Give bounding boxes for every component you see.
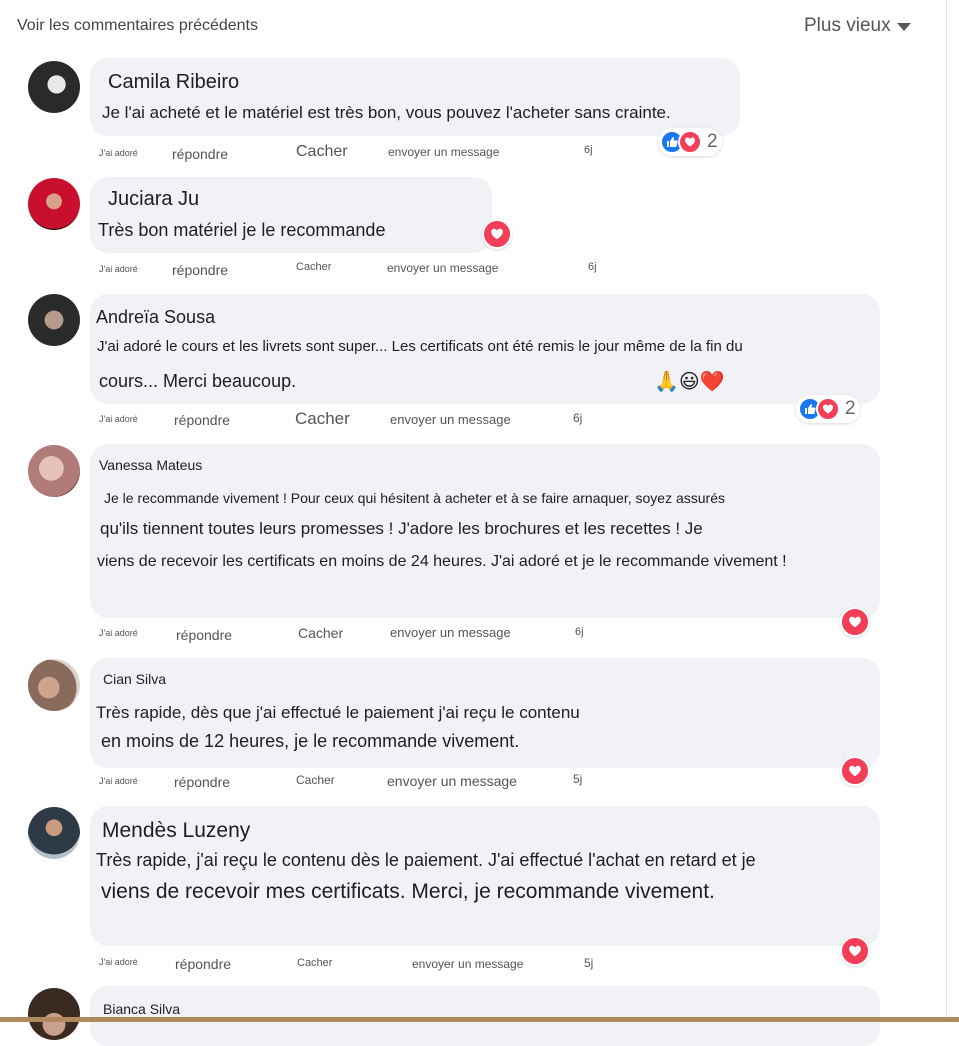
reply-button[interactable]: répondre	[172, 146, 228, 162]
caret-down-icon	[896, 23, 911, 31]
comment-text: Je le recommande vivement ! Pour ceux qu…	[104, 490, 725, 506]
comment-timestamp: 6j	[588, 261, 597, 273]
love-reaction-icon	[816, 397, 840, 421]
avatar[interactable]	[28, 659, 80, 711]
hide-button[interactable]: Cacher	[297, 957, 332, 969]
comment-text: viens de recevoir les certificats en moi…	[97, 553, 787, 570]
comment-author[interactable]: Bianca Silva	[103, 1001, 180, 1017]
hide-button[interactable]: Cacher	[298, 625, 343, 641]
reaction-summary[interactable]: 2	[796, 395, 860, 423]
reaction-count: 2	[845, 398, 856, 419]
reply-button[interactable]: répondre	[172, 262, 228, 278]
comment-text: viens de recevoir mes certificats. Merci…	[101, 880, 715, 903]
love-reaction-icon[interactable]	[840, 756, 870, 786]
reply-button[interactable]: répondre	[175, 956, 231, 972]
send-message-button[interactable]: envoyer un message	[387, 261, 498, 275]
love-reaction-icon[interactable]	[482, 219, 512, 249]
reply-button[interactable]: répondre	[174, 774, 230, 790]
reaction-summary[interactable]: 2	[658, 128, 722, 156]
like-button[interactable]: J'ai adoré	[99, 776, 138, 786]
comment-text: en moins de 12 heures, je le recommande …	[101, 731, 520, 751]
like-button[interactable]: J'ai adoré	[99, 957, 138, 967]
sort-dropdown[interactable]: Plus vieux	[804, 15, 911, 37]
like-button[interactable]: J'ai adoré	[99, 148, 138, 158]
love-reaction-icon[interactable]	[840, 936, 870, 966]
send-message-button[interactable]: envoyer un message	[387, 773, 517, 789]
comment-text: Très bon matériel je le recommande	[98, 220, 386, 240]
like-button[interactable]: J'ai adoré	[99, 414, 138, 424]
comment-author[interactable]: Juciara Ju	[108, 188, 199, 211]
comment-timestamp: 6j	[584, 144, 593, 156]
comment-bubble	[90, 986, 880, 1046]
comment-author[interactable]: Cian Silva	[103, 671, 166, 687]
avatar[interactable]	[28, 178, 80, 230]
comment-author[interactable]: Andreïa Sousa	[96, 307, 215, 328]
like-button[interactable]: J'ai adoré	[99, 264, 138, 274]
reply-button[interactable]: répondre	[174, 412, 230, 428]
comment-author[interactable]: Mendès Luzeny	[102, 819, 250, 843]
love-reaction-icon[interactable]	[840, 607, 870, 637]
like-button[interactable]: J'ai adoré	[99, 628, 138, 638]
reaction-count: 2	[707, 131, 718, 152]
comment-timestamp: 5j	[584, 956, 594, 970]
reply-button[interactable]: répondre	[176, 627, 232, 643]
comment-author[interactable]: Vanessa Mateus	[99, 457, 202, 473]
send-message-button[interactable]: envoyer un message	[412, 957, 523, 971]
send-message-button[interactable]: envoyer un message	[390, 625, 511, 640]
send-message-button[interactable]: envoyer un message	[390, 412, 511, 427]
comment-text: J'ai adoré le cours et les livrets sont …	[97, 338, 743, 355]
bottom-border	[0, 1017, 959, 1022]
hide-button[interactable]: Cacher	[296, 773, 335, 787]
hide-button[interactable]: Cacher	[296, 261, 331, 273]
comment-text: Très rapide, j'ai reçu le contenu dès le…	[96, 850, 756, 870]
hide-button[interactable]: Cacher	[295, 409, 350, 429]
avatar[interactable]	[28, 294, 80, 346]
comment-text: Je l'ai acheté et le matériel est très b…	[102, 103, 671, 122]
comment-text: cours... Merci beaucoup.	[99, 371, 297, 391]
comment-timestamp: 6j	[575, 626, 584, 638]
comment-author[interactable]: Camila Ribeiro	[108, 71, 239, 94]
avatar[interactable]	[28, 807, 80, 859]
avatar[interactable]	[28, 445, 80, 497]
avatar[interactable]	[28, 61, 80, 113]
avatar[interactable]	[28, 988, 80, 1040]
send-message-button[interactable]: envoyer un message	[388, 145, 499, 159]
hide-button[interactable]: Cacher	[296, 143, 348, 161]
comment-text: Très rapide, dès que j'ai effectué le pa…	[96, 703, 580, 722]
comment-timestamp: 6j	[573, 411, 583, 425]
previous-comments-link[interactable]: Voir les commentaires précédents	[17, 17, 258, 35]
comment-emojis: 🙏😃❤️	[654, 371, 725, 393]
love-reaction-icon	[678, 130, 702, 154]
comment-timestamp: 5j	[573, 772, 583, 786]
comment-text: qu'ils tiennent toutes leurs promesses !…	[100, 519, 703, 538]
sort-label: Plus vieux	[804, 15, 891, 36]
comment-bubble	[90, 58, 740, 136]
